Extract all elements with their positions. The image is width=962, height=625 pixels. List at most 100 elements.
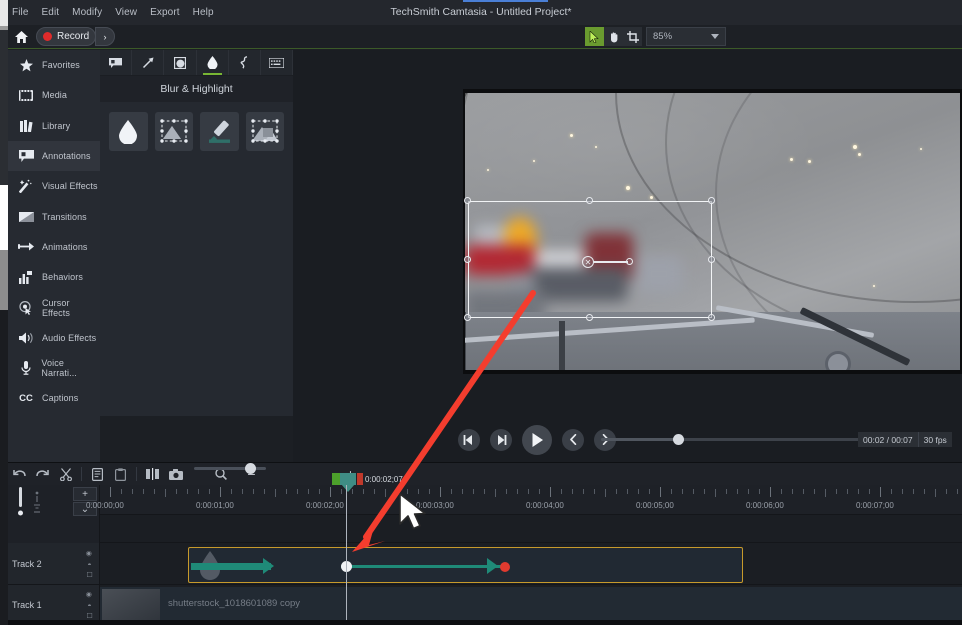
eye-icon[interactable]: ◉ (85, 550, 93, 556)
callout-icon (17, 150, 35, 163)
ruler-tick-minor (935, 489, 936, 497)
track-header[interactable]: Track 1 ◉ ◖ ☐ (0, 585, 100, 625)
sidebar-item-visual-effects[interactable]: Visual Effects (8, 171, 100, 201)
sidebar-item-favorites[interactable]: Favorites (8, 50, 100, 80)
tab-arrow[interactable] (132, 50, 165, 75)
behaviors-icon (17, 270, 35, 284)
resize-handle-se[interactable] (708, 314, 715, 321)
tab-blur-highlight[interactable] (197, 50, 229, 75)
sidebar-label-animations: Animations (42, 241, 88, 252)
menu-item-edit[interactable]: Edit (42, 7, 60, 18)
animation-segment[interactable] (191, 563, 271, 570)
sidebar-item-behaviors[interactable]: Behaviors (8, 262, 100, 292)
hand-tool-button[interactable] (604, 27, 623, 46)
preset-highlight[interactable] (200, 112, 239, 151)
ruler-tick-minor (836, 489, 837, 494)
sidebar-item-voice-narration[interactable]: Voice Narrati... (8, 353, 100, 383)
preset-pixelate[interactable] (245, 112, 284, 151)
playhead-pointer (341, 484, 355, 492)
record-options-button[interactable]: › (95, 27, 115, 46)
timeline-track-1: Track 1 ◉ ◖ ☐ shutterstock_1018601089 co… (0, 585, 962, 625)
track-body[interactable]: shutterstock_1018601089 copy (100, 585, 962, 625)
menu-item-export[interactable]: Export (150, 7, 180, 18)
select-tool-button[interactable] (585, 27, 604, 46)
speaker-icon[interactable]: ◖ (85, 602, 92, 606)
undo-button[interactable] (8, 463, 31, 485)
sidebar-item-animations[interactable]: Animations (8, 232, 100, 262)
lock-icon[interactable]: ☐ (85, 612, 93, 618)
timeline-ruler[interactable]: 0:00:00;00 0:00:01;00 0:00:02;00 0:00:03;00… (86, 485, 962, 515)
preset-blur[interactable] (109, 112, 148, 151)
resize-handle-n[interactable] (586, 197, 593, 204)
tab-callout[interactable] (100, 50, 133, 75)
sidebar-item-annotations[interactable]: Annotations (8, 140, 100, 172)
ruler-tick-minor (825, 489, 826, 497)
menu-item-modify[interactable]: Modify (72, 7, 102, 18)
ruler-tick-minor (891, 489, 892, 494)
canvas-zoom-select[interactable]: 85% (646, 27, 726, 46)
tab-keystroke[interactable] (261, 50, 294, 75)
animation-arrowhead (487, 558, 498, 574)
track-controls[interactable]: ◉ ◖ ☐ (85, 549, 93, 578)
screenshot-button[interactable] (164, 463, 187, 485)
menu-item-view[interactable]: View (115, 7, 137, 18)
resize-handle-e[interactable] (708, 256, 715, 263)
resize-handle-sw[interactable] (464, 314, 471, 321)
resize-handle-w[interactable] (464, 256, 471, 263)
resize-handle-s[interactable] (586, 314, 593, 321)
record-button[interactable]: Record (36, 27, 97, 46)
sidebar-item-audio-effects[interactable]: Audio Effects (8, 323, 100, 353)
preset-blur-region[interactable] (154, 112, 193, 151)
speaker-icon[interactable]: ◖ (85, 561, 92, 565)
crop-tool-button[interactable] (623, 27, 642, 46)
track-controls[interactable]: ◉ ◖ ☐ (85, 590, 93, 619)
track-options-icon[interactable] (32, 489, 42, 520)
lock-icon[interactable]: ☐ (85, 571, 93, 577)
paste-button[interactable] (109, 463, 132, 485)
increase-track-height-button[interactable]: + (73, 487, 97, 501)
keyboard-icon (268, 57, 284, 68)
split-button[interactable] (141, 463, 164, 485)
tab-shape[interactable] (164, 50, 197, 75)
timeline-zoom-knob[interactable] (245, 463, 256, 474)
track-header[interactable]: Track 2 ◉ ◖ ☐ (0, 543, 100, 585)
tab-sketch-motion[interactable] (229, 50, 261, 75)
ruler-tick-minor (792, 489, 793, 494)
animation-segment[interactable] (341, 565, 501, 568)
sidebar-item-cursor-effects[interactable]: Cursor Effects (8, 292, 100, 322)
menu-item-help[interactable]: Help (193, 7, 214, 18)
rotation-anchor-icon[interactable]: ✕ (582, 256, 594, 268)
camtasia-window: File Edit Modify View Export Help TechSm… (0, 0, 962, 625)
play-button[interactable] (522, 424, 552, 455)
keyframe-end[interactable] (500, 562, 510, 572)
previous-marker-button[interactable] (562, 428, 584, 451)
ruler-tick-minor (242, 489, 243, 494)
spark (873, 285, 875, 287)
menu-item-file[interactable]: File (12, 7, 29, 18)
track-body[interactable] (100, 543, 962, 585)
clip-thumbnail (102, 589, 160, 623)
resize-handle-nw[interactable] (464, 197, 471, 204)
sidebar-item-captions[interactable]: CC Captions (8, 383, 100, 413)
copy-button[interactable] (86, 463, 109, 485)
scrubber-knob[interactable] (673, 434, 684, 445)
sidebar-item-transitions[interactable]: Transitions (8, 201, 100, 231)
sidebar-item-library[interactable]: Library (8, 111, 100, 141)
playhead-out-marker[interactable] (357, 473, 363, 485)
crop-icon (626, 30, 639, 43)
playhead-line[interactable] (346, 485, 347, 625)
next-frame-button[interactable] (490, 428, 512, 451)
previous-frame-button[interactable] (458, 428, 480, 451)
cut-button[interactable] (54, 463, 77, 485)
redo-button[interactable] (31, 463, 54, 485)
rotation-handle-icon[interactable] (626, 258, 633, 265)
home-button[interactable] (10, 27, 32, 47)
sidebar-label-cursor-effects: Cursor Effects (41, 297, 70, 318)
eye-icon[interactable]: ◉ (85, 591, 93, 597)
ruler-tick-minor (121, 489, 122, 494)
star-icon (17, 58, 35, 72)
blur-annotation-clip[interactable] (188, 547, 743, 583)
resize-handle-ne[interactable] (708, 197, 715, 204)
sidebar-item-media[interactable]: Media (8, 80, 100, 110)
fps-display: 30 fps (923, 434, 947, 445)
